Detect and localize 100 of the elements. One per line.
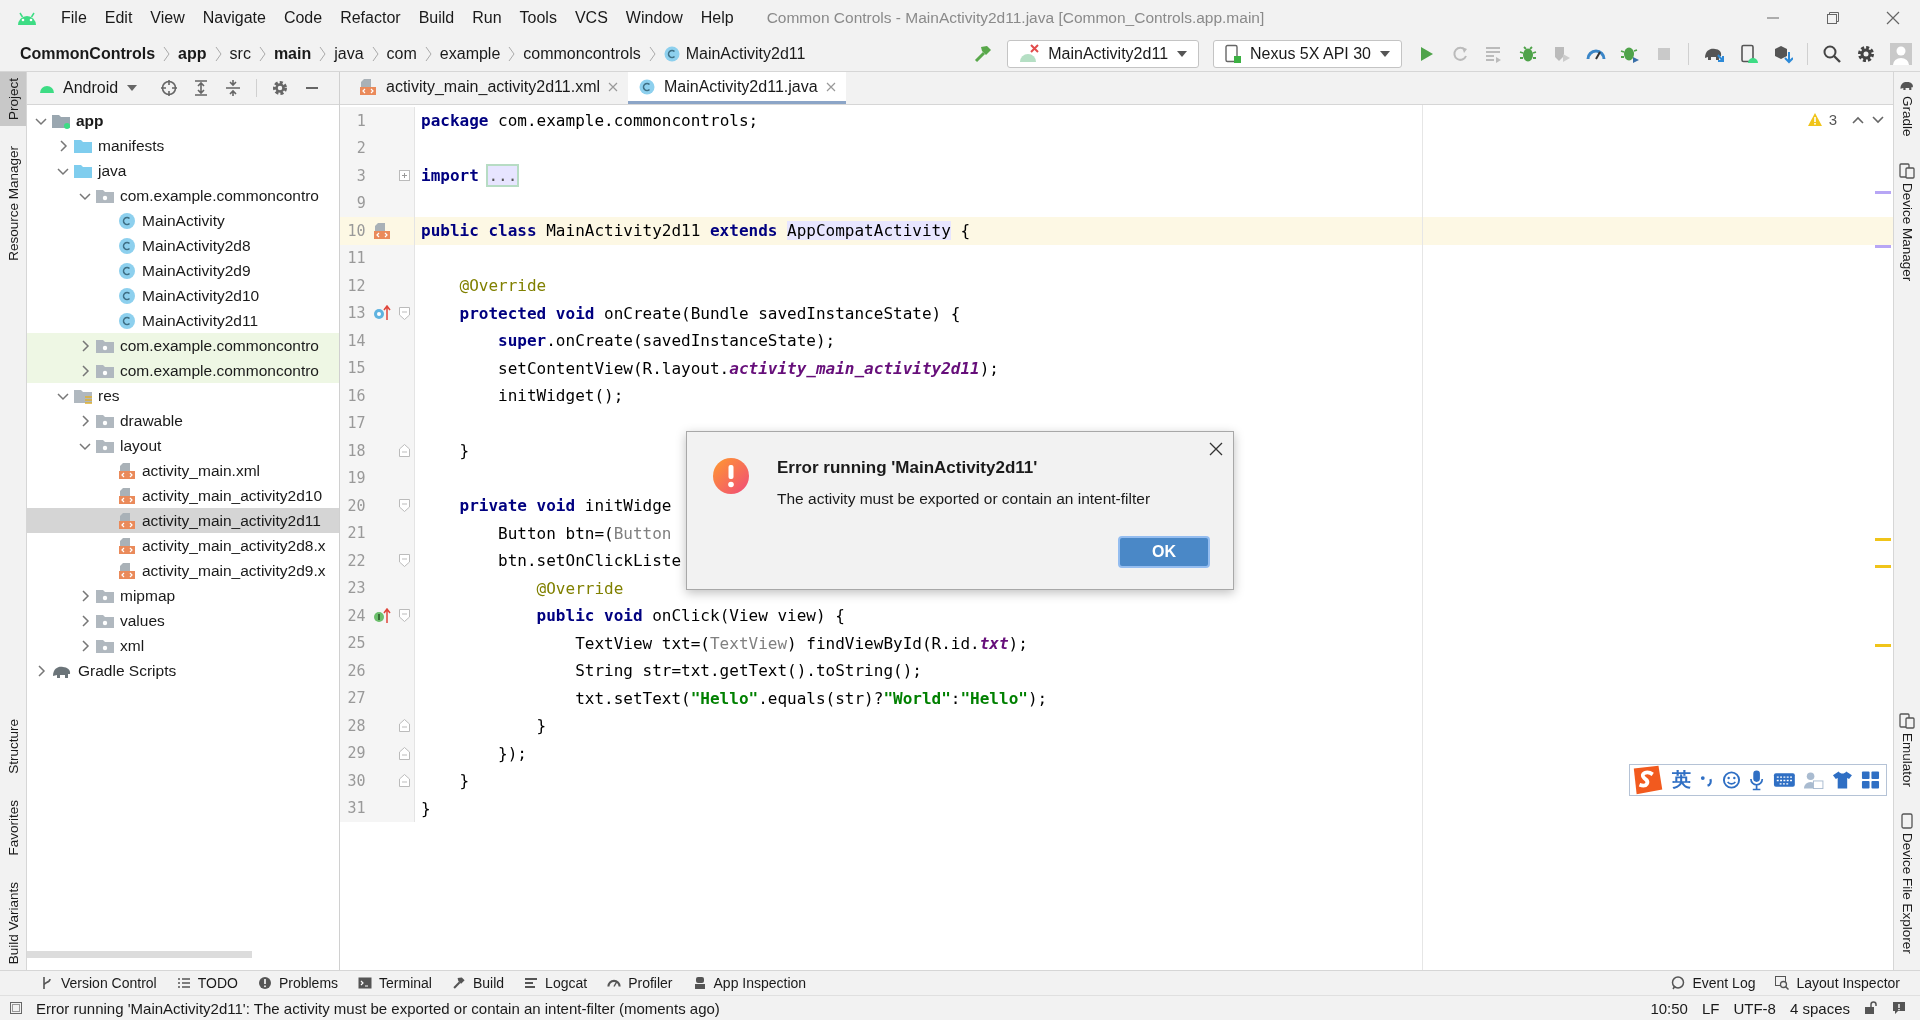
menu-item[interactable]: Run: [463, 9, 511, 27]
restore-icon[interactable]: [1826, 11, 1840, 25]
bug-icon[interactable]: [1518, 43, 1538, 64]
target-icon[interactable]: [160, 79, 179, 97]
tool-window-button[interactable]: Build: [451, 975, 505, 991]
chevron-icon[interactable]: [79, 614, 91, 627]
hammer-icon[interactable]: [973, 43, 994, 64]
tool-window-button[interactable]: Terminal: [358, 975, 432, 991]
collapse-all-icon[interactable]: [224, 79, 243, 97]
status-item[interactable]: 4 spaces: [1789, 999, 1850, 1017]
tree-item[interactable]: com.example.commoncontro: [27, 183, 339, 208]
close-icon[interactable]: [1886, 11, 1900, 25]
tree-item[interactable]: xml: [27, 633, 339, 658]
tree-item[interactable]: MainActivity2d10: [27, 283, 339, 308]
cube-arrow-icon[interactable]: [1773, 43, 1793, 64]
keyboard-icon[interactable]: [1772, 771, 1796, 789]
tool-window-tab[interactable]: Structure: [0, 713, 26, 781]
tool-window-button[interactable]: TODO: [176, 975, 238, 991]
tree-item[interactable]: activity_main_activity2d8.x: [27, 533, 339, 558]
tree-item[interactable]: activity_main_activity2d11: [27, 508, 339, 533]
tree-item[interactable]: com.example.commoncontro: [27, 358, 339, 383]
menu-item[interactable]: View: [141, 9, 194, 27]
menu-item[interactable]: Build: [409, 9, 464, 27]
down-caret-icon[interactable]: [1871, 114, 1885, 125]
chevron-icon[interactable]: [57, 139, 69, 152]
notification-icon[interactable]: [1892, 1001, 1906, 1015]
tool-window-tab[interactable]: Gradle: [1894, 72, 1920, 143]
tree-item[interactable]: activity_main.xml: [27, 458, 339, 483]
tree-item[interactable]: MainActivity: [27, 208, 339, 233]
status-item[interactable]: 10:50: [1650, 999, 1688, 1017]
input-mode-toggle[interactable]: 英: [1672, 767, 1692, 793]
breadcrumb-item[interactable]: MainActivity2d11: [657, 44, 812, 63]
editor-tab[interactable]: activity_main_activity2d11.xml: [348, 72, 628, 104]
menu-item[interactable]: Tools: [510, 9, 566, 27]
tree-item[interactable]: MainActivity2d11: [27, 308, 339, 333]
tool-window-button[interactable]: Profiler: [607, 975, 673, 991]
menu-item[interactable]: Edit: [95, 9, 142, 27]
menu-item[interactable]: File: [52, 9, 96, 27]
breadcrumb-item[interactable]: CommonControls: [14, 44, 162, 63]
tree-item[interactable]: manifests: [27, 133, 339, 158]
chevron-icon[interactable]: [79, 589, 91, 602]
up-caret-icon[interactable]: [1851, 114, 1865, 125]
menu-item[interactable]: Navigate: [193, 9, 275, 27]
tool-window-button[interactable]: Layout Inspector: [1775, 975, 1900, 991]
tree-item[interactable]: app: [27, 108, 339, 133]
tool-window-button[interactable]: Problems: [257, 975, 339, 991]
shirt-icon[interactable]: [1832, 770, 1854, 790]
breadcrumb-item[interactable]: src: [223, 44, 257, 63]
scrollbar[interactable]: [27, 951, 252, 958]
grid-icon[interactable]: [1861, 770, 1880, 790]
tool-window-tab[interactable]: Build Variants: [0, 875, 26, 970]
phone-android-icon[interactable]: [1739, 43, 1759, 64]
tree-item[interactable]: layout: [27, 433, 339, 458]
breadcrumb-item[interactable]: java: [328, 44, 370, 63]
tool-window-tab[interactable]: Device Manager: [1894, 156, 1920, 287]
tool-window-button[interactable]: Logcat: [524, 975, 588, 991]
microphone-icon[interactable]: [1749, 769, 1765, 791]
menu-item[interactable]: VCS: [565, 9, 617, 27]
search-icon[interactable]: [1822, 43, 1842, 64]
tree-item[interactable]: Gradle Scripts: [27, 658, 339, 683]
chevron-icon[interactable]: [79, 639, 91, 652]
editor-tab[interactable]: MainActivity2d11.java: [628, 72, 846, 104]
tree-item[interactable]: drawable: [27, 408, 339, 433]
breadcrumb-item[interactable]: com: [380, 44, 423, 63]
menu-item[interactable]: Code: [274, 9, 332, 27]
tool-window-tab[interactable]: Project: [0, 72, 26, 127]
close-icon[interactable]: [1209, 442, 1223, 456]
tool-window-tab[interactable]: Device File Explorer: [1894, 807, 1920, 960]
tool-window-tab[interactable]: Favorites: [0, 794, 26, 862]
breadcrumb-item[interactable]: example: [433, 44, 507, 63]
chevron-icon[interactable]: [79, 339, 91, 352]
override-icon[interactable]: [373, 305, 392, 322]
tree-item[interactable]: activity_main_activity2d10: [27, 483, 339, 508]
tree-item[interactable]: values: [27, 608, 339, 633]
breadcrumb-item[interactable]: main: [267, 44, 318, 63]
menu-item[interactable]: Refactor: [331, 9, 410, 27]
run-config-dropdown[interactable]: MainActivity2d11: [1007, 39, 1200, 68]
implements-icon[interactable]: [373, 607, 392, 624]
square-icon[interactable]: [10, 1002, 22, 1014]
expand-fold-icon[interactable]: [399, 170, 411, 182]
menu-item[interactable]: Window: [616, 9, 692, 27]
device-dropdown[interactable]: Nexus 5X API 30: [1213, 39, 1402, 68]
project-view-dropdown[interactable]: Android: [39, 79, 139, 97]
tree-item[interactable]: java: [27, 158, 339, 183]
status-item[interactable]: UTF-8: [1733, 999, 1776, 1017]
tree-item[interactable]: MainActivity2d8: [27, 233, 339, 258]
smiley-icon[interactable]: [1722, 770, 1742, 790]
unlock-icon[interactable]: [1864, 1001, 1878, 1015]
settings-icon[interactable]: [271, 79, 290, 97]
ok-button[interactable]: OK: [1118, 536, 1210, 568]
tool-window-button[interactable]: Version Control: [40, 975, 157, 991]
tool-window-button[interactable]: App Inspection: [692, 975, 807, 991]
status-item[interactable]: LF: [1701, 999, 1720, 1017]
tool-window-tab[interactable]: Resource Manager: [0, 140, 26, 267]
settings-icon[interactable]: [1856, 43, 1876, 64]
chevron-icon[interactable]: [35, 664, 47, 677]
breadcrumb-item[interactable]: app: [172, 44, 213, 63]
tree-item[interactable]: mipmap: [27, 583, 339, 608]
chevron-icon[interactable]: [79, 414, 91, 427]
tree-item[interactable]: MainActivity2d9: [27, 258, 339, 283]
